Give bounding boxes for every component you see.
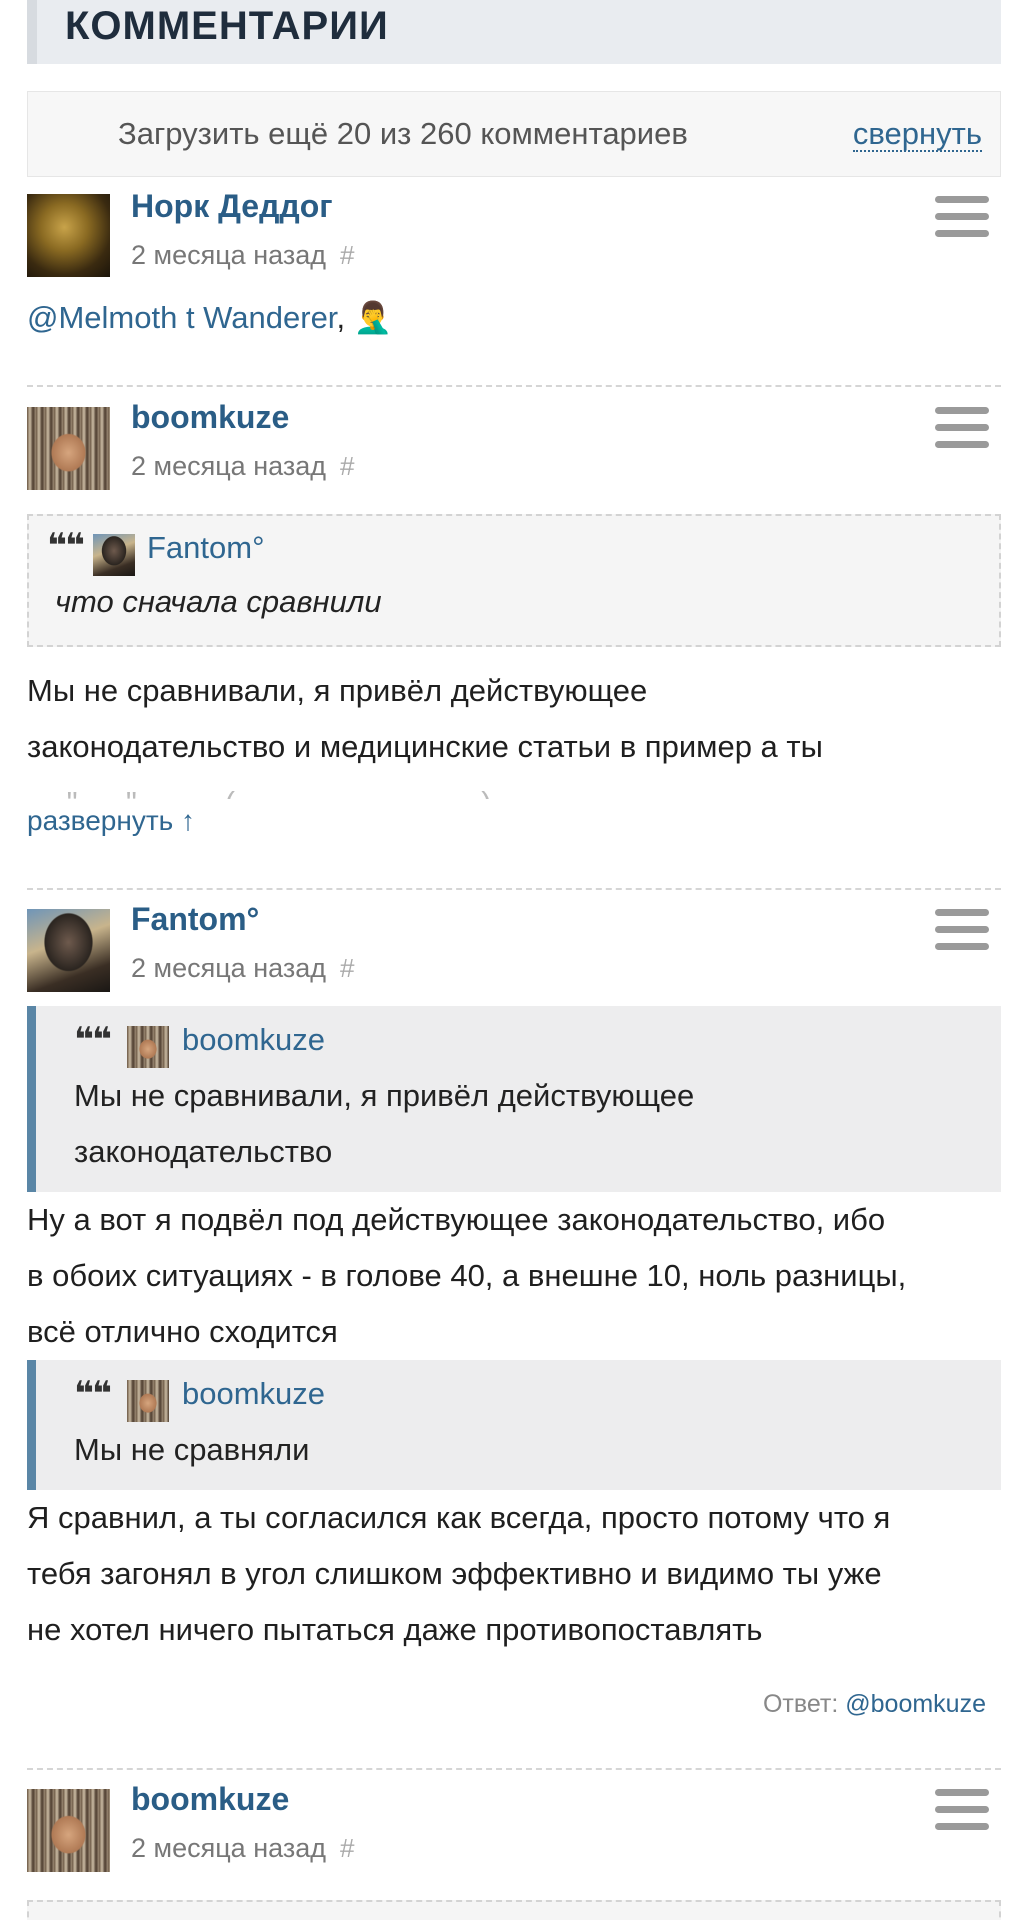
- permalink-hash[interactable]: #: [340, 1833, 354, 1863]
- quote-icon: ❝❝: [47, 527, 85, 565]
- truncated-text: — " — " — — ( — — — — — — ) —: [27, 783, 1001, 799]
- comment-menu-button[interactable]: [935, 196, 989, 238]
- comment-menu-button[interactable]: [935, 1789, 989, 1831]
- quote-author[interactable]: Fantom°: [147, 530, 265, 566]
- quote-author[interactable]: boomkuze: [182, 1376, 325, 1412]
- comment-body: Ну а вот я подвёл под действующее законо…: [27, 1192, 1001, 1360]
- comment-body: Я сравнил, а ты согласился как всегда, п…: [27, 1490, 1001, 1658]
- comment-author[interactable]: Fantom°: [131, 901, 259, 938]
- quote-text-line: Мы не сравнивали, я привёл действующее: [74, 1078, 695, 1113]
- collapse-link[interactable]: свернуть: [852, 118, 982, 152]
- avatar[interactable]: [27, 194, 110, 277]
- quote-block: [27, 1900, 1001, 1920]
- comment-time: 2 месяца назад #: [131, 1833, 354, 1864]
- comment-text-line: законодательство и медицинские статьи в …: [27, 729, 823, 764]
- hamburger-icon: [935, 1789, 989, 1796]
- comment-timestamp: 2 месяца назад: [131, 953, 326, 983]
- comment-text-line: Ну а вот я подвёл под действующее законо…: [27, 1202, 886, 1237]
- comment-body: @Melmoth t Wanderer, 🤦‍♂️: [27, 290, 1001, 346]
- comment-time: 2 месяца назад #: [131, 240, 354, 271]
- quote-text: что сначала сравнили: [55, 584, 382, 619]
- quote-avatar: [93, 534, 135, 576]
- comments-title: КОММЕНТАРИИ: [65, 4, 389, 48]
- comment-body: Мы не сравнивали, я привёл действующее з…: [27, 663, 1001, 775]
- comment-author[interactable]: boomkuze: [131, 1781, 289, 1818]
- user-mention[interactable]: @Melmoth t Wanderer: [27, 300, 336, 335]
- comment-text-line: Мы не сравнивали, я привёл действующее: [27, 673, 648, 708]
- comment-timestamp: 2 месяца назад: [131, 1833, 326, 1863]
- avatar[interactable]: [27, 909, 110, 992]
- permalink-hash[interactable]: #: [340, 240, 354, 270]
- comment-author[interactable]: boomkuze: [131, 399, 289, 436]
- comment-author[interactable]: Норк Деддог: [131, 188, 333, 225]
- reply-label: Ответ:: [762, 1690, 846, 1718]
- comment-text-line: не хотел ничего пытаться даже противопос…: [27, 1612, 763, 1647]
- quote-block: ❝❝ boomkuze Мы не сравнивали, я привёл д…: [27, 1006, 1001, 1192]
- reply-to: Ответ: @boomkuze: [763, 1690, 986, 1719]
- quote-block: ❝❝ boomkuze Мы не сравняли: [27, 1360, 1001, 1490]
- comment-text-line: тебя загонял в угол слишком эффективно и…: [27, 1556, 882, 1591]
- comment: Норк Деддог 2 месяца назад # @Melmoth t W…: [27, 188, 1001, 383]
- comment: boomkuze 2 месяца назад # ❝❝ Fantom° что …: [27, 385, 1001, 885]
- load-more-button[interactable]: Загрузить ещё 20 из 260 комментариев: [118, 116, 688, 152]
- comment-text-line: Я сравнил, а ты согласился как всегда, п…: [27, 1500, 891, 1535]
- quote-text-line: законодательство: [74, 1134, 333, 1169]
- comment-text-line: всё отлично сходится: [27, 1314, 338, 1349]
- comment: boomkuze 2 месяца назад #: [27, 1768, 1001, 1920]
- avatar[interactable]: [27, 1789, 110, 1872]
- permalink-hash[interactable]: #: [340, 451, 354, 481]
- quote-text: Мы не сравняли: [74, 1432, 310, 1467]
- comment: Fantom° 2 месяца назад # ❝❝ boomkuze Мы н…: [27, 888, 1001, 1768]
- quote-block: ❝❝ Fantom° что сначала сравнили: [27, 514, 1001, 647]
- hamburger-icon: [935, 196, 989, 203]
- comment-timestamp: 2 месяца назад: [131, 451, 326, 481]
- comment-text: , 🤦‍♂️: [336, 300, 393, 335]
- comment-menu-button[interactable]: [935, 909, 989, 951]
- comment-menu-button[interactable]: [935, 407, 989, 449]
- avatar[interactable]: [27, 407, 110, 490]
- quote-text: Мы не сравнивали, я привёл действующее з…: [74, 1068, 694, 1180]
- comment-time: 2 месяца назад #: [131, 451, 354, 482]
- comments-header: КОММЕНТАРИИ: [27, 0, 1001, 64]
- hamburger-icon: [935, 909, 989, 916]
- comment-timestamp: 2 месяца назад: [131, 240, 326, 270]
- quote-author[interactable]: boomkuze: [182, 1022, 325, 1058]
- quote-icon: ❝❝: [74, 1021, 112, 1059]
- expand-link[interactable]: развернуть ↑: [27, 805, 195, 837]
- comment-time: 2 месяца назад #: [131, 953, 354, 984]
- quote-icon: ❝❝: [74, 1375, 112, 1413]
- quote-avatar: [127, 1026, 169, 1068]
- hamburger-icon: [935, 407, 989, 414]
- quote-avatar: [127, 1380, 169, 1422]
- load-more-bar[interactable]: Загрузить ещё 20 из 260 комментариев све…: [27, 91, 1001, 177]
- reply-mention[interactable]: @boomkuze: [845, 1690, 986, 1718]
- comment-text-line: в обоих ситуациях - в голове 40, а внешн…: [27, 1258, 907, 1293]
- permalink-hash[interactable]: #: [340, 953, 354, 983]
